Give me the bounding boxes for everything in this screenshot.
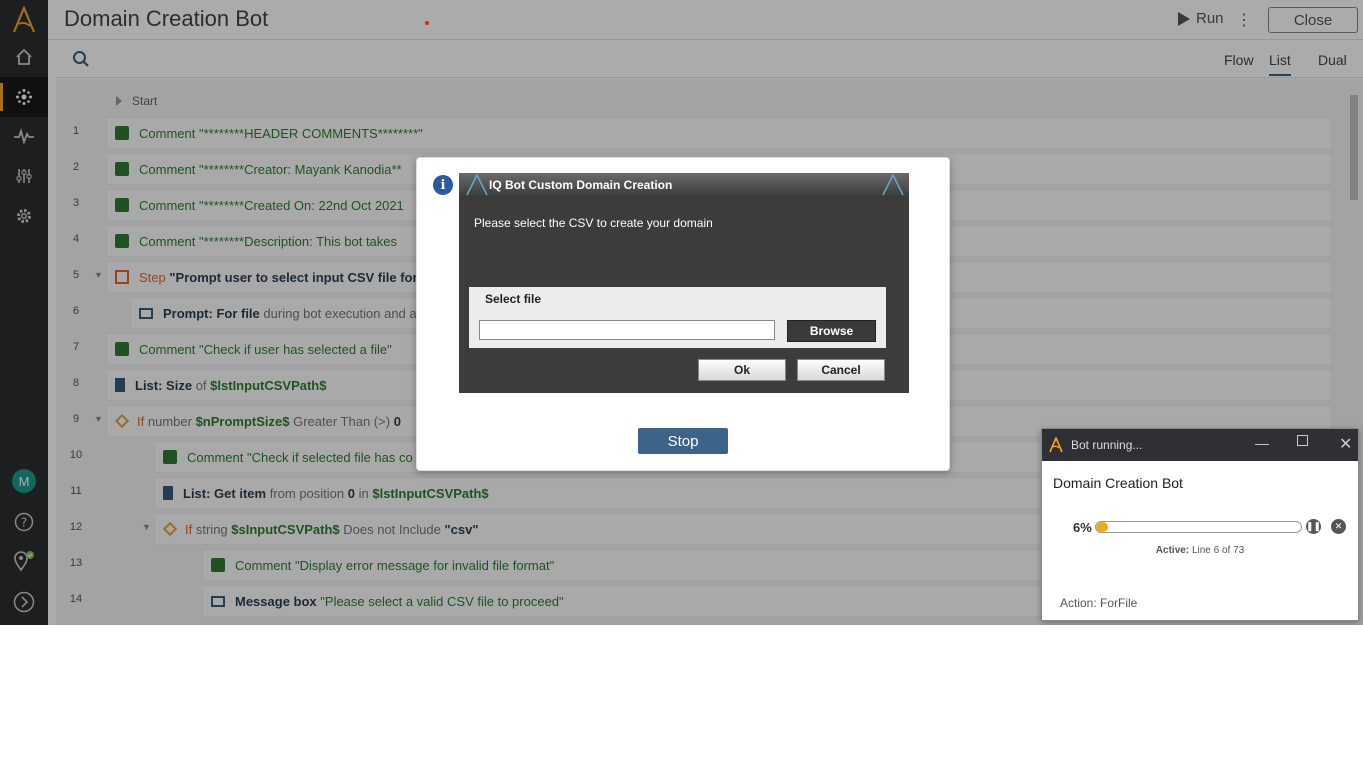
iq-bot-logo-icon: [882, 174, 904, 196]
active-line: Line 6 of 73: [1191, 545, 1245, 556]
bot-running-window: Bot running... — ✕ Domain Creation Bot 6…: [1041, 428, 1359, 621]
active-label: Active:: [1155, 545, 1190, 556]
app-logo-icon: [1049, 437, 1063, 453]
active-line-status: Active: Line 6 of 73: [1042, 545, 1358, 556]
dialog-title-bar: IQ Bot Custom Domain Creation: [459, 173, 909, 197]
bot-run-modal: i IQ Bot Custom Domain Creation Please s…: [416, 157, 950, 471]
progress-percent: 6%: [1073, 520, 1092, 535]
stop-circle-icon[interactable]: ✕: [1331, 519, 1346, 534]
dialog-message: Please select the CSV to create your dom…: [474, 216, 713, 230]
file-path-input[interactable]: [479, 320, 775, 340]
stop-button[interactable]: Stop: [638, 428, 728, 454]
pause-icon[interactable]: ❚❚: [1306, 519, 1321, 534]
bot-window-title: Bot running...: [1071, 438, 1143, 452]
select-file-panel: Select file Browse: [469, 287, 886, 348]
close-window-icon[interactable]: ✕: [1339, 434, 1352, 454]
dialog-title: IQ Bot Custom Domain Creation: [489, 178, 673, 192]
bot-window-title-bar: Bot running... — ✕: [1042, 429, 1358, 461]
maximize-icon[interactable]: [1297, 435, 1308, 446]
progress-bar: [1095, 521, 1302, 533]
select-file-label: Select file: [485, 292, 542, 306]
app-window: M ? Domain Creation Bot Run ⋮ Close Flow: [0, 0, 1363, 625]
progress-bar-fill: [1096, 522, 1109, 532]
ok-button[interactable]: Ok: [698, 359, 786, 381]
recording-indicator-dot: [425, 21, 429, 25]
current-action: Action: ForFile: [1060, 596, 1138, 610]
iq-bot-file-dialog: IQ Bot Custom Domain Creation Please sel…: [459, 173, 909, 393]
info-icon: i: [433, 175, 453, 195]
minimize-icon[interactable]: —: [1255, 435, 1269, 451]
cancel-button[interactable]: Cancel: [797, 359, 885, 381]
browse-button[interactable]: Browse: [787, 320, 876, 342]
running-bot-name: Domain Creation Bot: [1053, 475, 1183, 491]
iq-bot-logo-icon: [466, 174, 488, 196]
